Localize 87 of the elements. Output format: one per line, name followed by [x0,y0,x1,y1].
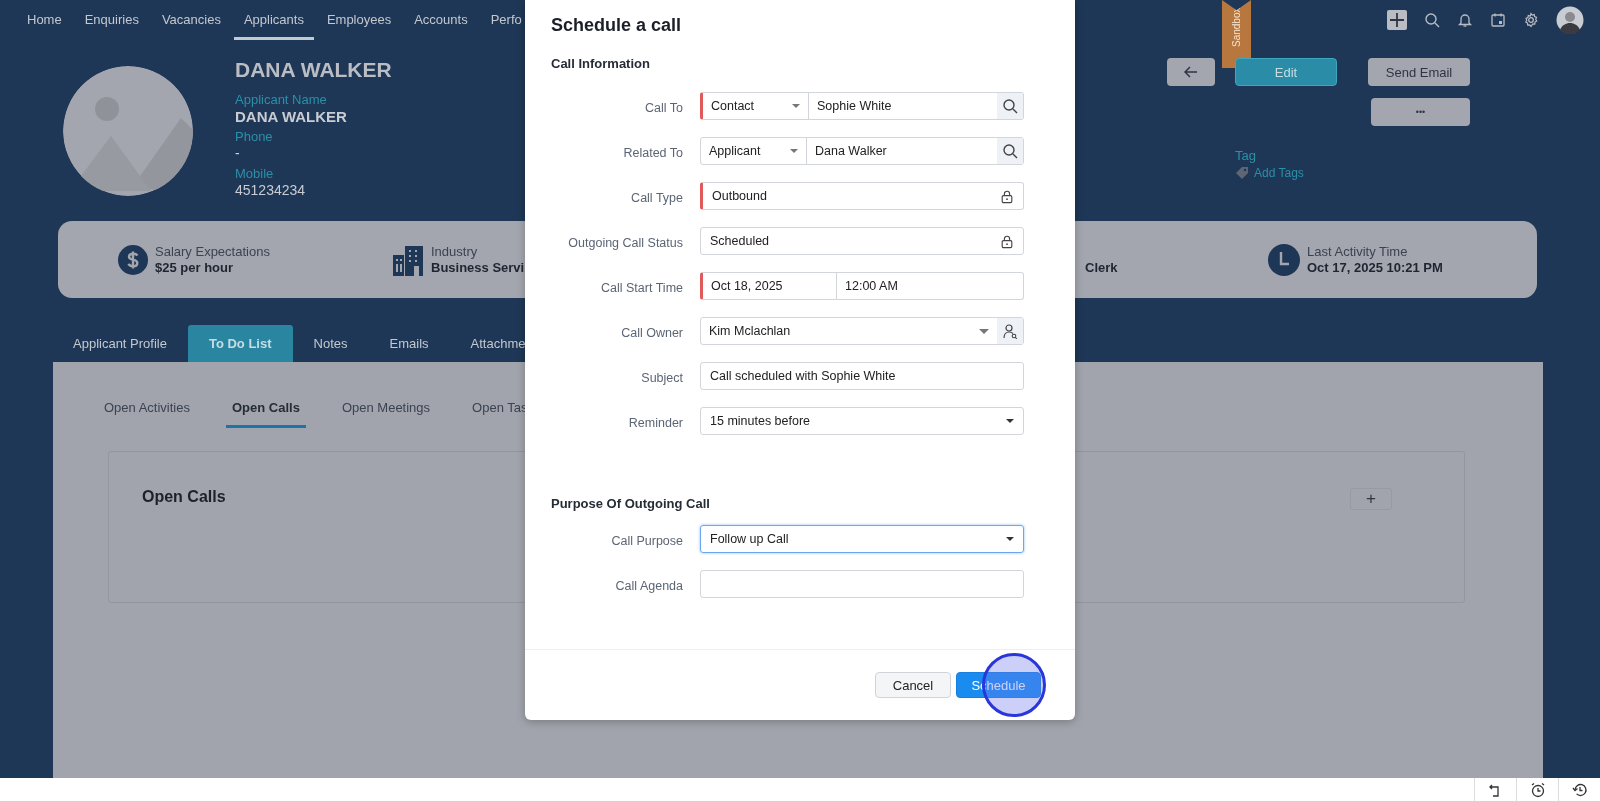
summary-value: Clerk [1085,260,1118,276]
back-button[interactable] [1167,58,1215,86]
field-value: - [235,145,241,162]
summary-label: Last Activity Time [1307,243,1409,260]
add-button[interactable]: + [1350,488,1392,510]
tag-label: Tag [1235,148,1257,163]
module-dropdown[interactable]: Contact [703,93,809,119]
cancel-button[interactable]: Cancel [875,672,951,698]
field-label: Call Owner [620,325,684,340]
section-heading: Purpose Of Outgoing Call [551,496,711,511]
nav-tab[interactable]: Applicants [233,0,314,40]
search-button[interactable] [997,93,1023,119]
lock-icon [1000,233,1014,249]
locked-field: Outbound [700,182,1024,210]
field-value: 451234234 [235,182,307,199]
alarm-clock-icon[interactable] [1529,781,1546,798]
nav-tab[interactable]: Enquiries [74,0,149,40]
lookup-field[interactable]: Sophie White [809,93,997,119]
tag-icon [1235,166,1249,180]
field-label: Call To [644,100,684,115]
owner-dropdown[interactable]: Kim Mclachlan [701,318,997,344]
search-button[interactable] [997,138,1023,164]
caret-icon [1006,419,1014,423]
caret-icon [1006,537,1014,541]
calendar-icon[interactable] [1490,12,1506,28]
field-label: Reminder [627,415,684,430]
nav-tab[interactable]: Home [27,0,72,40]
caret-icon [790,149,798,153]
applicant-name: DANA WALKER [235,58,392,82]
clock-icon [1268,243,1300,276]
section-title: Open Calls [142,488,226,506]
caret-icon [979,328,989,334]
field-label: Call Agenda [614,578,684,593]
section-heading: Call Information [551,56,651,71]
search-icon [1002,98,1018,114]
summary-value: Business Servi [431,259,525,276]
field-label: Call Type [630,190,684,205]
locked-field: Scheduled [700,227,1024,255]
record-tab[interactable]: Emails [368,325,450,362]
nav-tab[interactable]: Vacancies [151,0,231,40]
summary-label: Salary Expectations [155,243,270,260]
lock-icon [1000,188,1014,204]
input-field[interactable]: Call scheduled with Sophie White [700,362,1024,390]
lookup-field[interactable]: Dana Walker [807,138,997,164]
input-field[interactable] [700,570,1024,598]
send-email-button[interactable]: Send Email [1368,58,1470,86]
field-label: Applicant Name [235,91,328,108]
user-lookup-button[interactable] [997,318,1023,344]
dropdown[interactable]: 15 minutes before [700,407,1024,435]
field-label: Call Start Time [600,280,684,295]
sub-tab[interactable]: Open Meetings [335,400,437,428]
add-icon[interactable] [1387,10,1407,30]
settings-icon[interactable] [1523,12,1539,28]
search-icon [1002,143,1018,159]
user-search-icon [1002,323,1018,339]
date-field[interactable]: Oct 18, 2025 [703,273,837,299]
field-label: Outgoing Call Status [567,235,684,250]
sub-tab[interactable]: Open Activities [98,400,196,428]
dialog-title: Schedule a call [550,14,683,36]
record-tab[interactable]: Applicant Profile [73,325,188,362]
field-label: Subject [640,370,684,385]
history-icon[interactable] [1571,781,1588,798]
nav-tab[interactable]: Employees [316,0,402,40]
more-button[interactable]: ••• [1371,98,1470,126]
field-label: Related To [622,145,684,160]
field-label: Mobile [235,165,275,182]
dropdown[interactable]: Follow up Call [700,525,1024,553]
building-icon [392,243,424,276]
avatar-placeholder-icon [63,66,193,196]
caret-icon [792,104,800,108]
summary-value: $25 per hour [155,259,235,276]
record-tab[interactable]: Notes [292,325,369,362]
sub-tab[interactable]: Open Calls [226,400,306,428]
user-avatar[interactable] [1556,6,1584,34]
bell-icon[interactable] [1457,12,1473,28]
summary-label: Industry [431,243,479,260]
search-icon[interactable] [1424,12,1440,28]
field-value: DANA WALKER [235,108,348,125]
field-label: Phone [235,128,274,145]
nav-tab[interactable]: Accounts [404,0,478,40]
summary-value: Oct 17, 2025 10:21 PM [1307,259,1443,276]
time-field[interactable]: 12:00 AM [837,273,1023,299]
sandbox-ribbon: Sandbox [1222,0,1251,68]
dollar-icon [118,244,148,275]
field-label: Call Purpose [610,533,684,548]
module-dropdown[interactable]: Applicant [701,138,807,164]
back-arrow-icon [1184,66,1198,78]
